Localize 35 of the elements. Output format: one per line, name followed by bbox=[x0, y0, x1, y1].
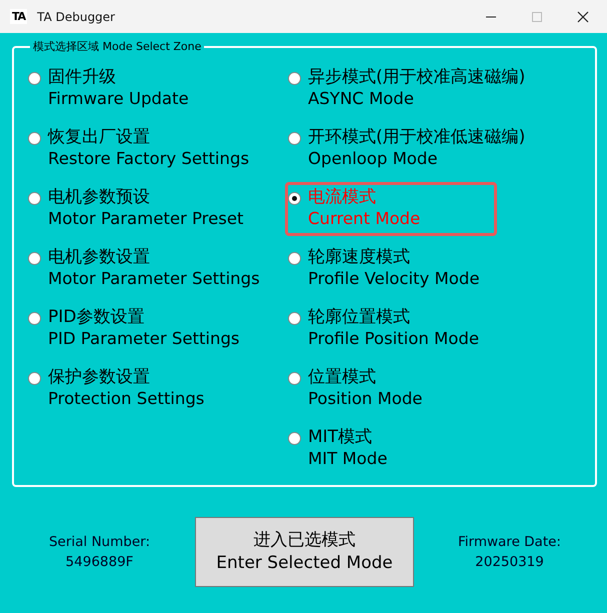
mode-option[interactable]: 轮廓速度模式 Profile Velocity Mode bbox=[285, 242, 486, 296]
firmware-date-label: Firmware Date: bbox=[458, 533, 561, 552]
radio-button[interactable] bbox=[28, 252, 41, 265]
serial-number-value: 5496889F bbox=[66, 553, 134, 572]
zone-title: 模式选择区域 Mode Select Zone bbox=[32, 39, 202, 54]
radio-button[interactable] bbox=[288, 132, 301, 145]
mode-option[interactable]: PID参数设置 PID Parameter Settings bbox=[25, 302, 247, 356]
mode-option[interactable]: 轮廓位置模式 Profile Position Mode bbox=[285, 302, 486, 356]
window-title: TA Debugger bbox=[37, 10, 115, 24]
firmware-date-value: 20250319 bbox=[475, 553, 544, 572]
radio-button[interactable] bbox=[288, 252, 301, 265]
radio-button[interactable] bbox=[288, 312, 301, 325]
radio-button[interactable] bbox=[28, 132, 41, 145]
radio-button[interactable] bbox=[28, 372, 41, 385]
app-logo: TA bbox=[10, 9, 28, 24]
radio-button[interactable] bbox=[288, 432, 301, 445]
mode-option[interactable]: 固件升级 Firmware Update bbox=[25, 62, 196, 116]
mode-option[interactable]: 电机参数预设 Motor Parameter Preset bbox=[25, 182, 250, 236]
maximize-icon bbox=[531, 10, 543, 22]
mode-option[interactable]: 电机参数设置 Motor Parameter Settings bbox=[25, 242, 267, 296]
radio-button[interactable] bbox=[28, 312, 41, 325]
serial-number-label: Serial Number: bbox=[48, 533, 150, 552]
mode-option[interactable]: 位置模式 Position Mode bbox=[285, 362, 430, 416]
radio-button[interactable] bbox=[288, 192, 301, 205]
radio-button[interactable] bbox=[28, 192, 41, 205]
close-icon[interactable] bbox=[577, 10, 589, 22]
mode-option[interactable]: MIT模式 MIT Mode bbox=[285, 422, 394, 476]
radio-button[interactable] bbox=[28, 72, 41, 85]
radio-button[interactable] bbox=[288, 72, 301, 85]
mode-option[interactable]: 异步模式(用于校准高速磁编) ASYNC Mode bbox=[285, 62, 532, 116]
enter-mode-button[interactable]: 进入已选模式 Enter Selected Mode bbox=[195, 517, 414, 587]
mode-option[interactable]: 开环模式(用于校准低速磁编) Openloop Mode bbox=[285, 122, 532, 176]
mode-option[interactable]: 恢复出厂设置 Restore Factory Settings bbox=[25, 122, 256, 176]
mode-option[interactable]: 保护参数设置 Protection Settings bbox=[25, 362, 212, 416]
radio-button[interactable] bbox=[288, 372, 301, 385]
